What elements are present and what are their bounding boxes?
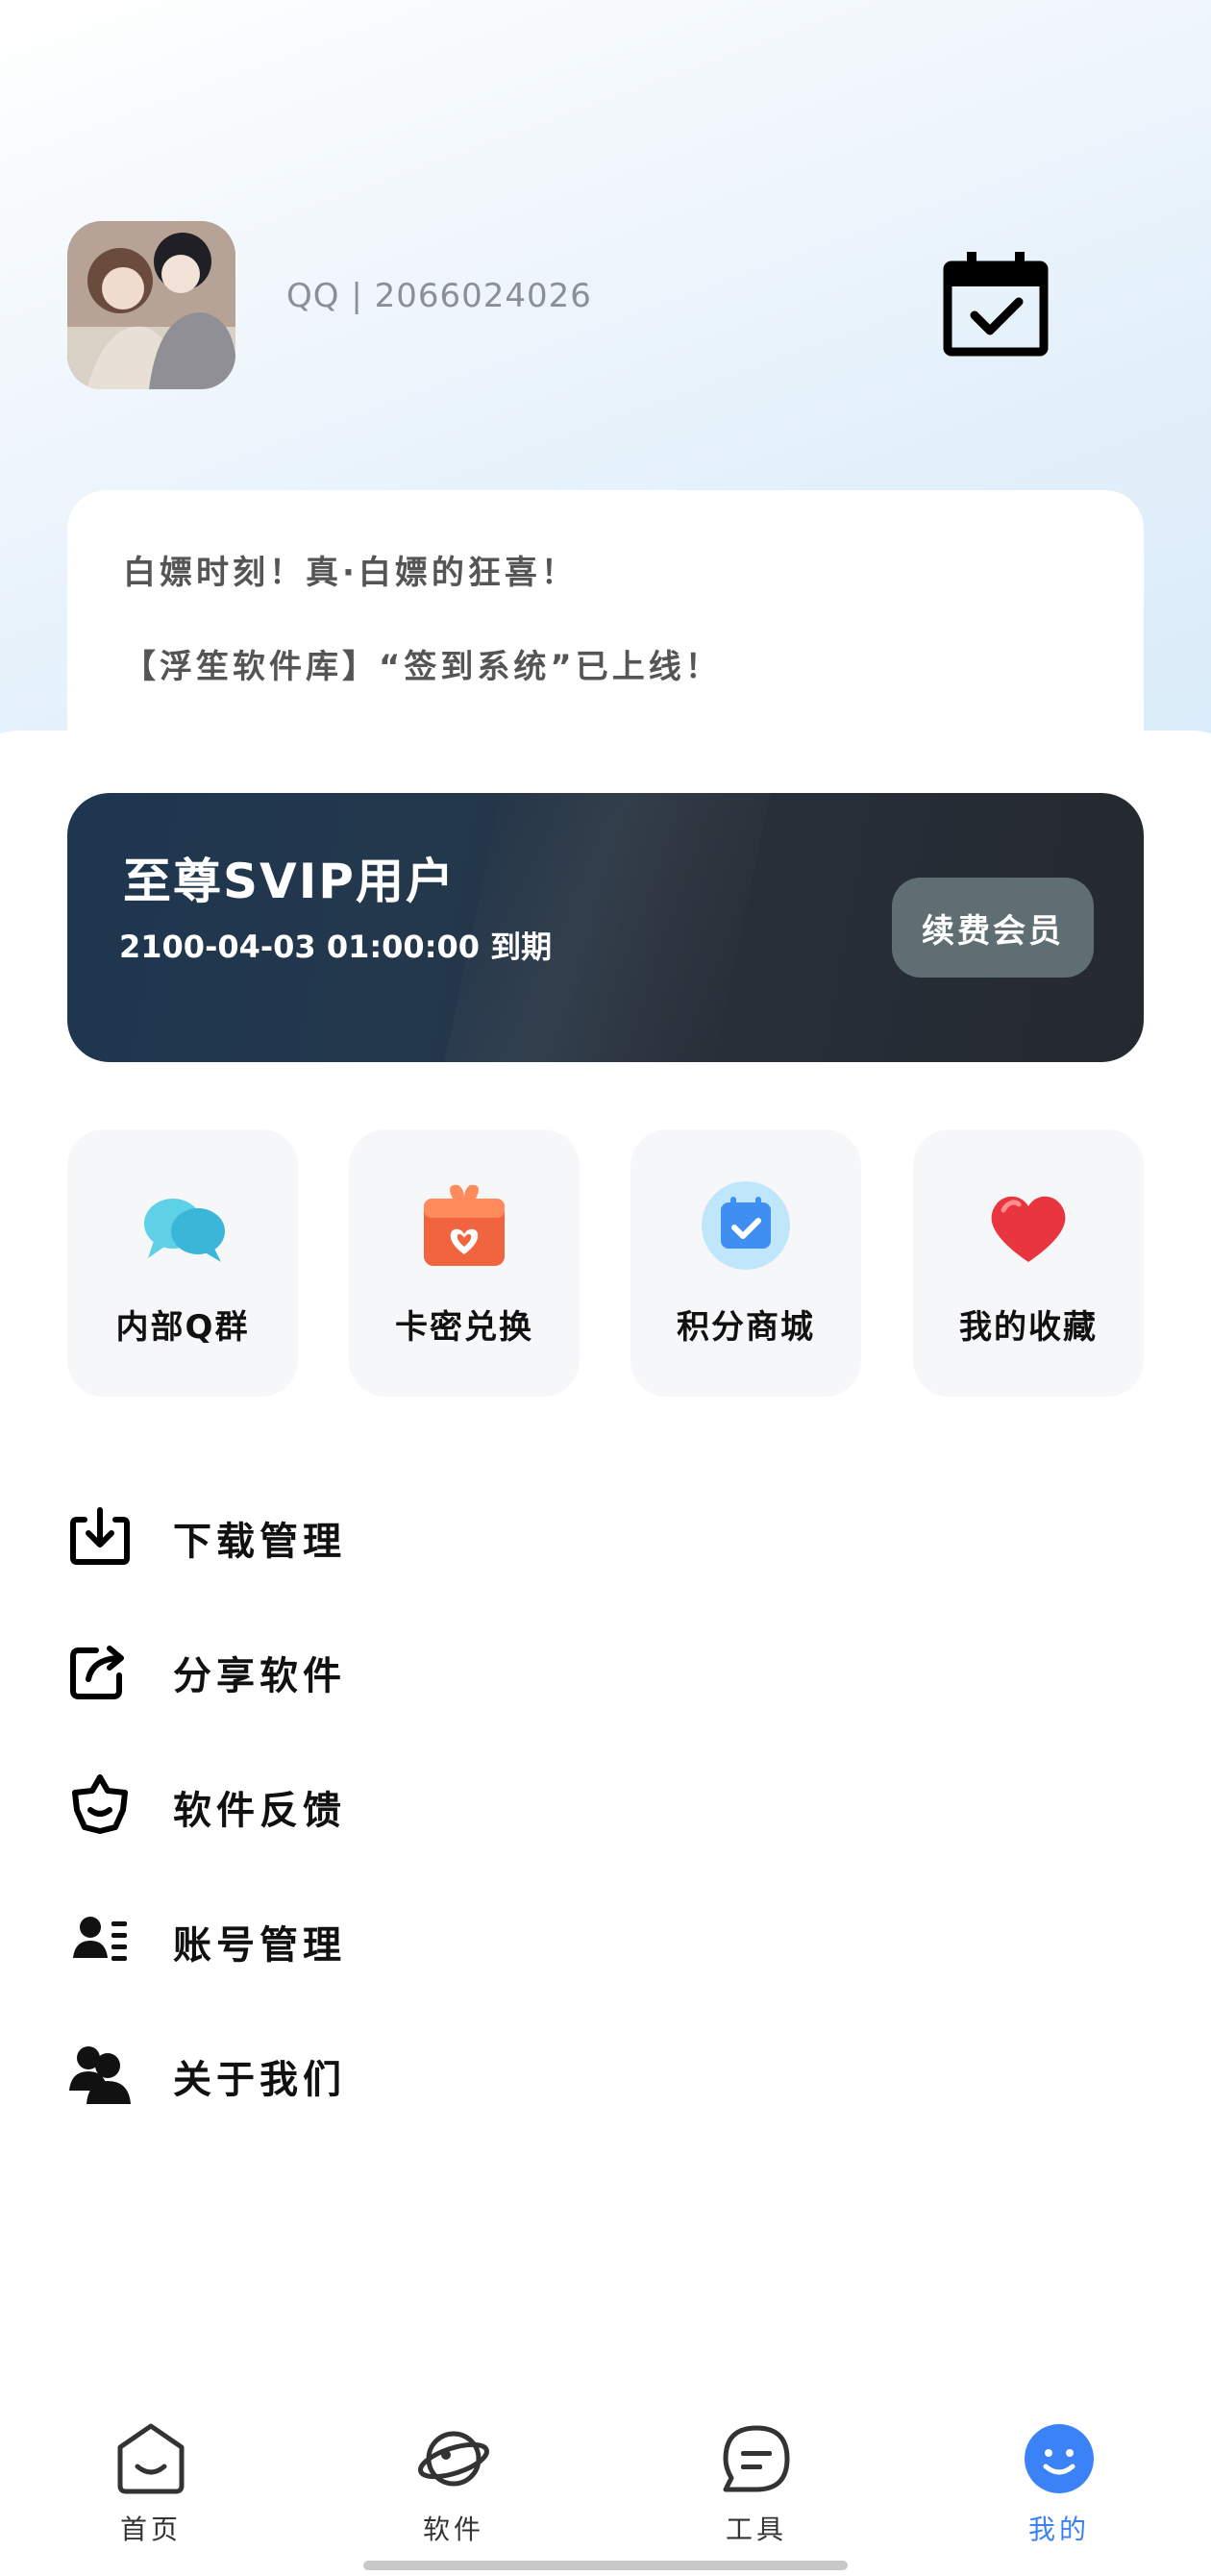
menu-item-download[interactable]: 下载管理 [67,1485,1144,1581]
users-icon [69,2046,131,2104]
menu-item-share[interactable]: 分享软件 [67,1620,1144,1716]
nav-tab-tools[interactable]: 工具 [660,2422,853,2557]
heart-icon [991,1196,1066,1262]
avatar-image [67,221,235,389]
menu-item-label: 分享软件 [173,1654,346,1698]
quick-action-label: 积分商城 [677,1308,815,1347]
renew-button[interactable]: 续费会员 [892,878,1094,978]
nav-tab-mine[interactable]: 我的 [963,2422,1155,2557]
account-card-icon [73,1917,127,1961]
menu-item-label: 软件反馈 [173,1789,346,1833]
vip-title: 至尊SVIP用户 [123,854,456,909]
home-indicator[interactable] [363,2561,848,2570]
nav-tab-label: 我的 [1027,2514,1090,2545]
smile-icon [1025,2424,1094,2493]
home-face-icon [117,2423,185,2494]
vip-expire-date: 2100-04-03 01:00:00 到期 [119,929,553,965]
vip-card: 至尊SVIP用户 2100-04-03 01:00:00 到期 续费会员 [67,793,1144,1062]
nav-tab-software[interactable]: 软件 [358,2422,550,2557]
menu-item-account[interactable]: 账号管理 [67,1889,1144,1985]
planet-icon [418,2431,489,2487]
nav-tab-home[interactable]: 首页 [55,2422,247,2557]
message-icon [723,2425,790,2492]
nav-tab-label: 软件 [422,2514,484,2545]
user-id: QQ | 2066024026 [286,277,592,315]
notice-line: 白嫖时刻！真·白嫖的狂喜！ [123,554,578,592]
calendar-check-icon [702,1181,790,1270]
nav-tab-label: 工具 [725,2514,787,2545]
quick-action-favorites[interactable]: 我的收藏 [913,1129,1144,1397]
bottom-nav: 首页 软件 工具 我的 [0,2393,1211,2576]
download-icon [70,1507,130,1565]
feedback-star-icon [72,1774,128,1834]
nav-tab-label: 首页 [119,2514,182,2545]
menu-item-feedback[interactable]: 软件反馈 [67,1754,1144,1850]
menu-item-label: 关于我们 [173,2058,346,2102]
quick-action-points-mall[interactable]: 积分商城 [630,1129,861,1397]
notice-card: 白嫖时刻！真·白嫖的狂喜！ 【浮笙软件库】“签到系统”已上线！ [67,490,1144,836]
share-icon [70,1646,124,1699]
menu-item-about[interactable]: 关于我们 [67,2023,1144,2119]
menu-item-label: 下载管理 [173,1520,346,1564]
menu-item-label: 账号管理 [173,1923,346,1968]
quick-action-label: 内部Q群 [115,1308,250,1347]
quick-action-qq-group[interactable]: 内部Q群 [67,1129,298,1397]
chat-bubbles-icon [144,1199,225,1262]
calendar-check-icon[interactable] [940,248,1051,359]
avatar[interactable] [67,221,235,389]
gift-box-icon [424,1184,505,1266]
quick-action-redeem[interactable]: 卡密兑换 [349,1129,580,1397]
notice-line: 【浮笙软件库】“签到系统”已上线！ [123,648,722,686]
quick-action-label: 卡密兑换 [395,1308,533,1347]
quick-action-label: 我的收藏 [959,1308,1098,1347]
